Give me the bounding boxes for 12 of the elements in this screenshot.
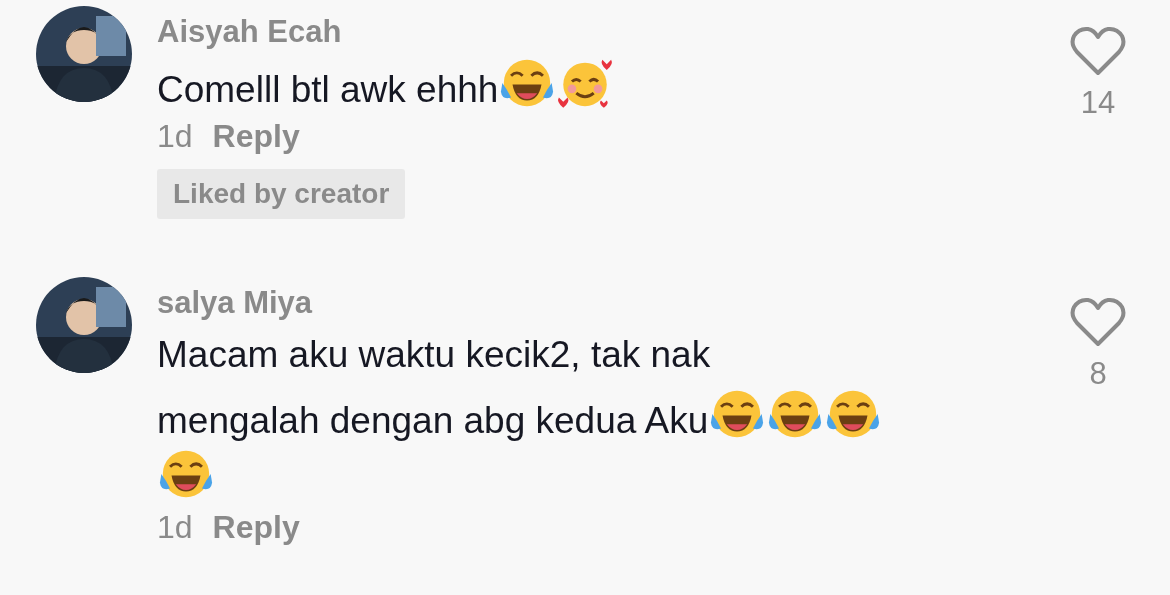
username[interactable]: Aisyah Ecah <box>157 14 342 50</box>
timestamp: 1d <box>157 118 193 155</box>
username[interactable]: salya Miya <box>157 285 313 321</box>
comment-text: Comelll btl awk ehhh <box>157 69 499 110</box>
comment-text: Macam aku waktu kecik2, tak nak <box>157 334 711 375</box>
comment-text: mengalah dengan abg kedua Aku <box>157 400 709 441</box>
reply-link[interactable]: Reply <box>212 118 300 155</box>
like-count: 8 <box>1089 356 1107 392</box>
liked-by-creator-badge: Liked by creator <box>157 169 406 219</box>
timestamp: 1d <box>157 509 193 546</box>
reply-link[interactable]: Reply <box>212 509 300 546</box>
like-count: 14 <box>1080 85 1116 121</box>
